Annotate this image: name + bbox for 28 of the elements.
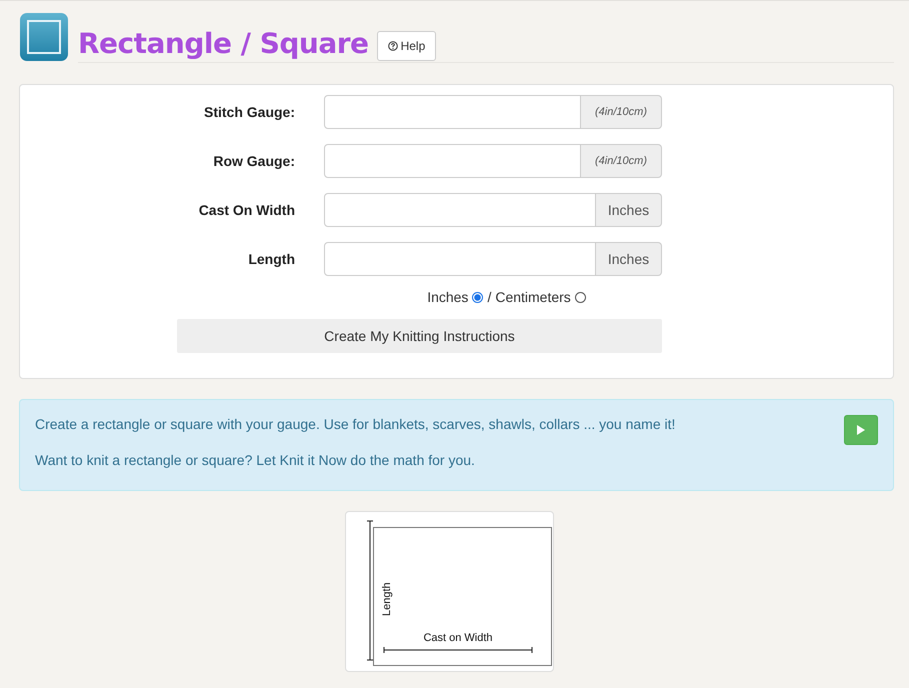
length-label: Length	[381, 582, 393, 616]
unit-addon: Inches	[596, 242, 662, 276]
input-field[interactable]	[324, 95, 581, 129]
unit-addon: (4in/10cm)	[581, 95, 662, 129]
unit-addon: (4in/10cm)	[581, 144, 662, 178]
radio-label: Inches	[427, 289, 468, 305]
help-button[interactable]: Help	[376, 31, 436, 61]
width-label: Cast on Width	[423, 632, 493, 644]
field-label: Cast On Width	[198, 202, 295, 218]
info-text: Want to knit a rectangle or square? Let Knit it Now do the math for you.	[35, 452, 476, 468]
radio-button[interactable]	[472, 292, 484, 302]
create-instructions-button[interactable]: Create My Knitting Instructions	[177, 319, 662, 353]
question-icon	[388, 41, 398, 51]
separator-text: /	[487, 289, 492, 305]
info-text: Create a rectangle or square with your gauge. Use for blankets, scarves, shawls, collars ... you name it!	[35, 416, 676, 432]
input-field[interactable]	[324, 242, 596, 276]
input-field[interactable]	[324, 193, 596, 227]
play-button[interactable]	[844, 415, 878, 445]
field-label: Stitch Gauge:	[202, 104, 295, 120]
square-logo-icon	[20, 13, 68, 61]
field-label: Row Gauge:	[212, 153, 295, 169]
field-label: Length	[247, 251, 295, 267]
unit-addon: Inches	[596, 193, 662, 227]
radio-button[interactable]	[574, 292, 586, 302]
play-icon	[856, 424, 866, 436]
radio-label: Centimeters	[495, 289, 571, 305]
input-field[interactable]	[324, 144, 581, 178]
page-title: Rectangle / Square	[78, 26, 369, 62]
